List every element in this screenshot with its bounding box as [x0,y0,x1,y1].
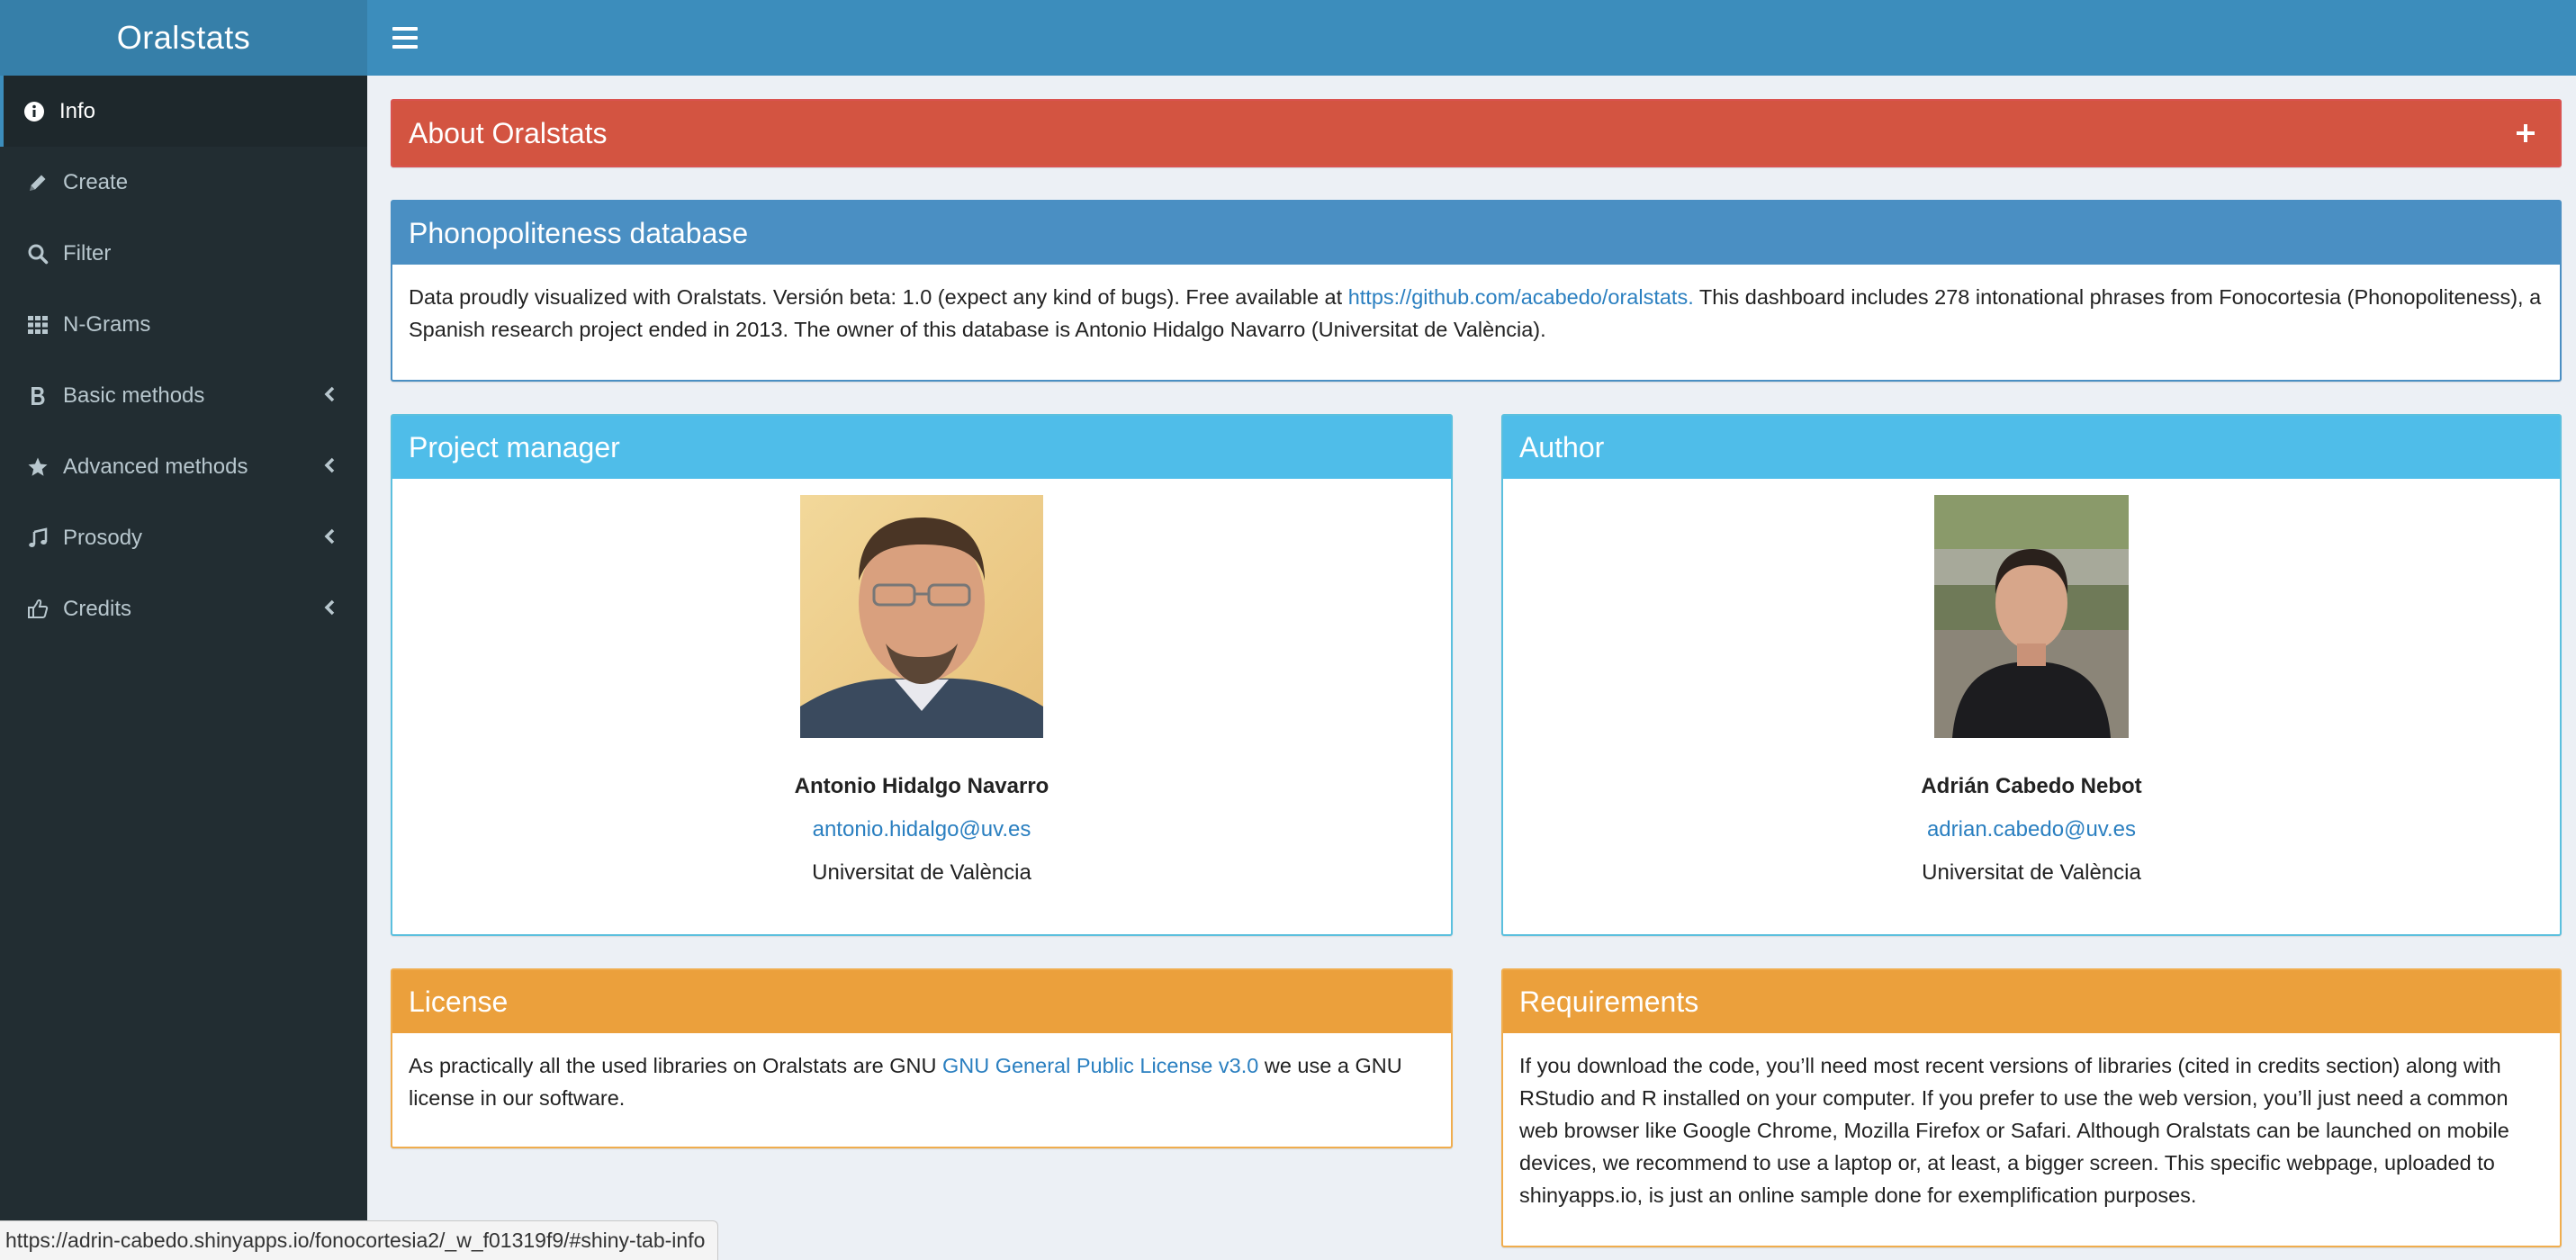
database-box-header: Phonopoliteness database [392,202,2560,265]
sidebar-item-label: Prosody [63,525,143,550]
about-box: About Oralstats [391,99,2562,167]
license-text: As practically all the used libraries on… [392,1033,1451,1130]
database-box-title: Phonopoliteness database [409,216,749,249]
sidebar-toggle-icon[interactable] [391,23,419,52]
chevron-left-icon [324,597,335,622]
project-manager-header: Project manager [392,416,1451,479]
database-box: Phonopoliteness database Data proudly vi… [391,200,2562,382]
sidebar-item-label: Create [63,169,129,194]
sidebar-item-label: Credits [63,596,132,621]
manager-profile: Antonio Hidalgo Navarro antonio.hidalgo@… [392,495,1451,886]
sidebar-item-label: Advanced methods [63,454,248,479]
browser-status-url: https://adrin-cabedo.shinyapps.io/fonoco… [0,1220,719,1260]
author-title: Author [1519,430,1605,464]
project-manager-title: Project manager [409,430,620,464]
sidebar-item-filter[interactable]: Filter [0,218,367,289]
sidebar-item-basic-methods[interactable]: Basic methods [0,360,367,431]
sidebar-item-credits[interactable]: Credits [0,573,367,644]
app-logo[interactable]: Oralstats [0,0,367,76]
github-link[interactable]: https://github.com/acabedo/oralstats. [1348,285,1694,309]
top-navbar [367,0,2576,76]
author-box: Author Adrián Cabedo Nebot adrian.cabedo… [1501,414,2562,936]
sidebar-item-ngrams[interactable]: N-Grams [0,289,367,360]
requirements-text: If you download the code, you’ll need mo… [1519,1054,2509,1207]
database-description: Data proudly visualized with Oralstats. … [392,265,2560,362]
chevron-left-icon [324,383,335,409]
sidebar-item-create[interactable]: Create [0,147,367,218]
requirements-box: Requirements If you download the code, y… [1501,968,2562,1247]
sidebar-item-label: N-Grams [63,311,151,337]
author-profile: Adrián Cabedo Nebot adrian.cabedo@uv.es … [1503,495,2560,886]
license-title: License [409,985,509,1018]
grid-icon [27,314,63,336]
author-email-link[interactable]: adrian.cabedo@uv.es [1503,817,2560,842]
requirements-title: Requirements [1519,985,1699,1018]
sidebar-item-prosody[interactable]: Prosody [0,502,367,573]
chevron-left-icon [324,454,335,480]
author-name: Adrián Cabedo Nebot [1921,774,2142,798]
author-institution: Universitat de València [1922,860,2141,885]
manager-name: Antonio Hidalgo Navarro [794,774,1049,798]
database-text-start: Data proudly visualized with Oralstats. … [409,285,1348,309]
sidebar-menu: Info Create Filter N-Grams Basic methods [0,76,367,644]
sidebar-item-advanced-methods[interactable]: Advanced methods [0,431,367,502]
sidebar-item-label: Filter [63,240,112,266]
sidebar-item-info[interactable]: Info [0,76,367,147]
star-icon [27,456,63,478]
author-photo [1934,495,2129,738]
about-box-title: About Oralstats [409,116,608,149]
manager-institution: Universitat de València [812,860,1031,885]
thumbs-up-icon [27,598,63,620]
license-header: License [392,970,1451,1033]
gpl-license-link[interactable]: GNU General Public License v3.0 [942,1054,1258,1077]
license-box: License As practically all the used libr… [391,968,1453,1148]
sidebar-item-label: Info [59,98,96,123]
license-text-start: As practically all the used libraries on… [409,1054,942,1077]
project-manager-box: Project manager Antonio Hidalgo Navarro … [391,414,1453,936]
sidebar: Oralstats Info Create Filter N-Grams Bas… [0,0,367,1260]
about-box-header[interactable]: About Oralstats [392,101,2560,166]
music-icon [27,526,63,549]
bold-icon [27,385,63,407]
search-icon [27,243,63,265]
info-circle-icon [23,101,59,122]
author-header: Author [1503,416,2560,479]
chevron-left-icon [324,526,335,551]
pencil-icon [27,172,63,194]
requirements-header: Requirements [1503,970,2560,1033]
manager-email-link[interactable]: antonio.hidalgo@uv.es [392,817,1451,842]
sidebar-item-label: Basic methods [63,382,205,408]
expand-plus-icon[interactable] [2515,122,2536,144]
manager-photo [800,495,1043,738]
